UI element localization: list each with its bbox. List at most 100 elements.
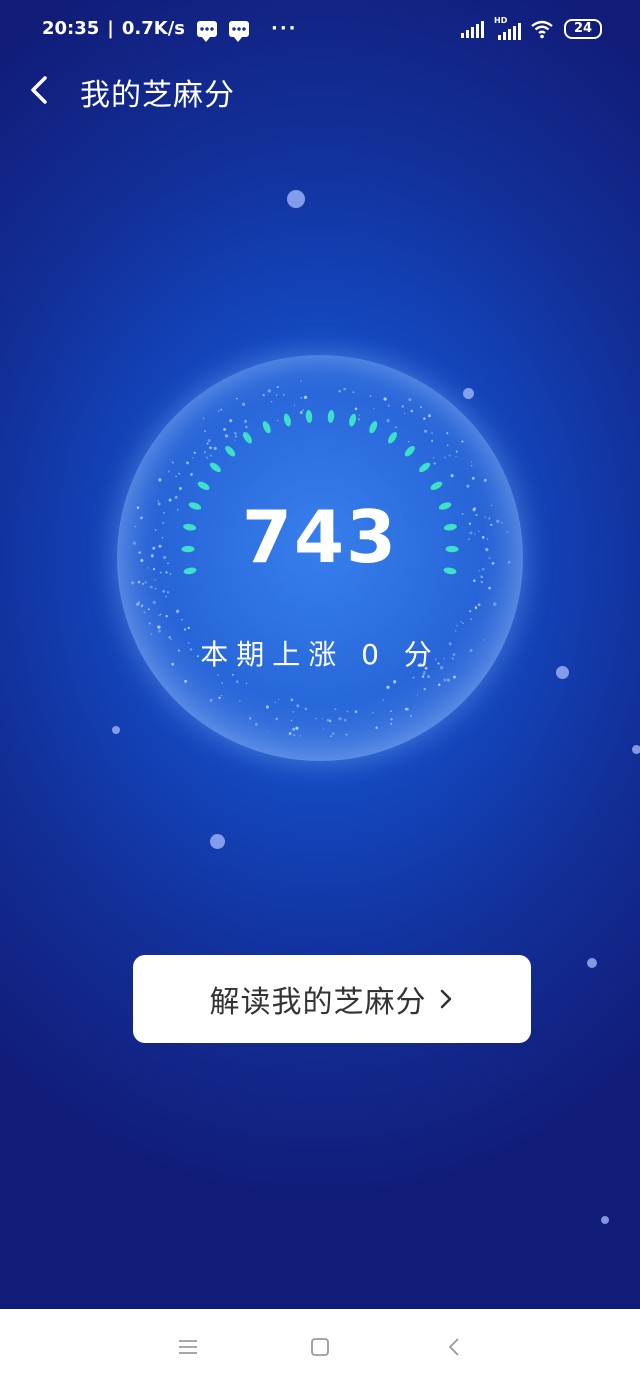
score-change-text: 本期上涨 0 分 [200, 638, 440, 671]
sparkle-particle [137, 601, 141, 604]
sparkle-particle [203, 451, 206, 454]
sparkle-particle [346, 710, 349, 713]
interpret-button-label: 解读我的芝麻分 [209, 985, 427, 1020]
sparkle-particle [493, 602, 497, 606]
sparkle-particle [448, 454, 451, 457]
gauge-dash [388, 431, 397, 444]
sparkle-particle [275, 717, 278, 721]
sparkle-particle [209, 698, 213, 702]
sparkle-particle [444, 456, 446, 459]
sparkle-particle [193, 451, 196, 454]
sparkle-particle [158, 478, 162, 482]
sparkle-particle [299, 411, 303, 414]
gauge-dash [283, 413, 291, 427]
sparkle-particle [416, 694, 419, 696]
sparkle-particle [338, 717, 342, 721]
sparkle-particle [183, 628, 187, 631]
sparkle-particle [152, 600, 156, 604]
sparkle-particle [192, 457, 194, 459]
sparkle-particle [477, 603, 481, 607]
sparkle-particle [290, 698, 294, 702]
sparkle-particle [408, 398, 412, 402]
sparkle-particle [223, 427, 227, 431]
sparkle-particle [241, 402, 246, 406]
sparkle-particle [300, 380, 302, 382]
sparkle-particle [255, 723, 258, 726]
gauge-dash [209, 462, 221, 473]
sparkle-particle [453, 675, 456, 679]
network-speed: 0.7K/s [121, 18, 185, 39]
sparkle-particle [217, 410, 220, 412]
sparkle-particle [209, 454, 212, 457]
sparkle-particle [303, 395, 308, 400]
home-icon[interactable] [308, 1335, 332, 1359]
sparkle-particle [302, 409, 304, 412]
sparkle-particle [144, 581, 147, 584]
menu-icon[interactable] [176, 1335, 200, 1359]
sparkle-particle [470, 464, 473, 467]
sparkle-particle [224, 434, 229, 438]
decorative-bubble [210, 834, 225, 849]
sparkle-particle [387, 404, 390, 407]
sparkle-particle [205, 456, 207, 458]
sparkle-particle [472, 579, 476, 583]
sparkle-particle [424, 429, 428, 433]
sparkle-particle [443, 678, 447, 682]
gauge-dash [305, 410, 313, 423]
gauge-dash [197, 481, 210, 490]
sparkle-particle [326, 718, 330, 722]
sparkle-particle [480, 580, 484, 584]
sparkle-particle [234, 435, 238, 438]
sparkle-particle [455, 456, 457, 458]
sparkle-particle [171, 461, 175, 464]
hd-signal-icon: HD [494, 16, 521, 40]
sparkle-particle [431, 432, 434, 435]
interpret-score-button[interactable]: 解读我的芝麻分 [133, 955, 531, 1043]
sparkle-particle [471, 476, 475, 480]
sparkle-particle [158, 614, 160, 616]
sparkle-particle [293, 734, 296, 737]
decorative-bubble [587, 958, 597, 968]
sparkle-particle [175, 475, 177, 477]
sparkle-particle [274, 701, 276, 703]
sparkle-particle [466, 484, 470, 488]
score-orb: 743 本期上涨 0 分 [117, 355, 523, 761]
sparkle-particle [437, 683, 441, 687]
sparkle-particle [220, 408, 223, 411]
sparkle-particle [407, 440, 410, 443]
sparkle-particle [202, 417, 205, 419]
sparkle-particle [446, 444, 449, 447]
sparkle-particle [330, 735, 333, 738]
sparkle-particle [282, 393, 285, 396]
decorative-bubble [632, 745, 640, 754]
sparkle-particle [474, 606, 477, 609]
sparkle-particle [412, 676, 415, 679]
sparkle-particle [354, 710, 358, 714]
sparkle-particle [373, 407, 375, 410]
sparkle-particle [276, 419, 279, 422]
decorative-bubble [601, 1216, 609, 1224]
sparkle-particle [446, 678, 450, 682]
sparkle-particle [470, 461, 473, 463]
back-button[interactable] [24, 74, 56, 106]
decorative-bubble [287, 190, 305, 208]
sparkle-particle [386, 419, 390, 423]
status-bar: 20:35 | 0.7K/s ··· HD 24 [0, 0, 640, 52]
sparkle-particle [338, 390, 341, 393]
sparkle-particle [328, 719, 332, 723]
sparkle-particle [190, 473, 193, 476]
sparkle-particle [431, 439, 434, 442]
sparkle-particle [404, 707, 408, 711]
gauge-dash [225, 445, 236, 457]
back-nav-icon[interactable] [443, 1335, 467, 1359]
status-time: 20:35 [42, 18, 100, 39]
sparkle-particle [334, 708, 337, 711]
signal-icon [461, 20, 484, 38]
sparkle-particle [345, 733, 348, 736]
sparkle-particle [292, 710, 295, 713]
decorative-bubble [556, 666, 569, 679]
sparkle-particle [236, 397, 238, 400]
chevron-right-icon [440, 989, 451, 1009]
sparkle-particle [187, 626, 191, 630]
sparkle-particle [143, 611, 146, 614]
